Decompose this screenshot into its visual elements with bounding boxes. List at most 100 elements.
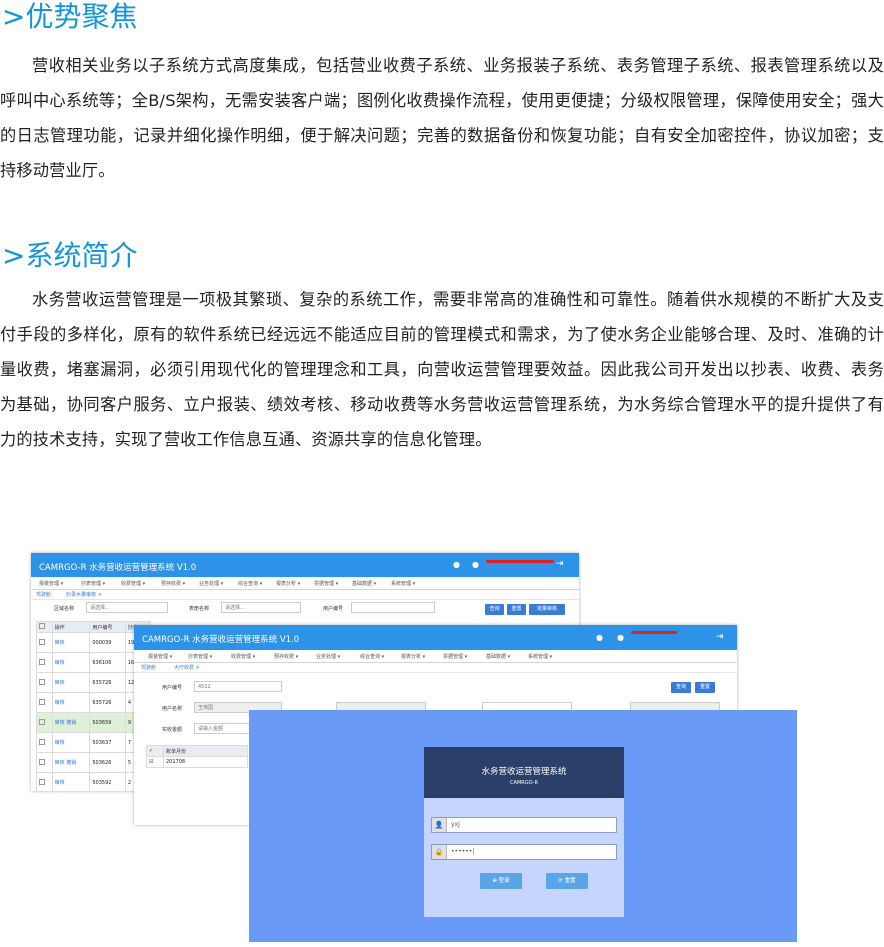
section-heading-advantages: >优势聚焦 — [2, 0, 138, 33]
user-icon[interactable]: ● — [617, 633, 624, 642]
user-no-label: 用户编号 — [323, 606, 344, 612]
menu-item[interactable]: 预存收费 ▾ — [274, 653, 298, 660]
row-user-no: 636106 — [89, 652, 126, 673]
area-label: 区域名称 — [54, 606, 75, 612]
col-bill-month: 账单月份 — [163, 745, 248, 757]
menu-item[interactable]: 系统管理 ▾ — [528, 653, 552, 660]
batch-review-button[interactable]: 批量审核 — [529, 604, 565, 615]
row-check[interactable] — [36, 772, 53, 791]
row-action: 审核 — [51, 692, 91, 713]
logout-icon[interactable]: ⇥ — [716, 632, 724, 642]
row-action: 审核 撤销 — [51, 712, 91, 733]
row-user-no: 503626 — [89, 752, 126, 773]
review-link[interactable]: 审核 — [55, 640, 65, 646]
review-link[interactable]: 审核 — [55, 740, 65, 746]
menu-item[interactable]: 业务处理 ▾ — [316, 653, 340, 660]
review-link[interactable]: 审核 — [55, 660, 65, 666]
row-check[interactable] — [36, 752, 53, 773]
user-no-label: 用户编号 — [162, 685, 183, 691]
menu-item[interactable]: 报表分析 ▾ — [276, 580, 300, 587]
query-button[interactable]: 查询 — [485, 604, 504, 615]
menu-item[interactable]: 票据管理 ▾ — [314, 580, 338, 587]
login-card: 水务营收运营管理系统 CAMRGO-R 👤 yxj 🔒 ••••••| ⊕ 登录… — [424, 747, 624, 917]
review-link[interactable]: 审核 — [55, 680, 65, 686]
row-action: 审核 撤销 — [51, 752, 91, 773]
query-button[interactable]: 查询 — [671, 682, 691, 693]
redacted-username — [631, 631, 677, 634]
menu-item[interactable]: 基础数据 ▾ — [486, 653, 510, 660]
row-check[interactable] — [36, 632, 53, 653]
reset-button[interactable]: ⟳ 重置 — [546, 873, 588, 889]
cancel-link[interactable]: 撤销 — [66, 720, 76, 726]
logout-icon[interactable]: ⇥ — [556, 559, 564, 569]
menu-item[interactable]: 抄表管理 ▾ — [81, 580, 105, 587]
row-check[interactable]: ☑ — [146, 756, 164, 768]
row-action: 审核 — [51, 732, 91, 753]
row-check[interactable] — [36, 672, 53, 693]
tab-hall-charge[interactable]: 大厅收费 × — [174, 664, 200, 671]
menu-item[interactable]: 报表分析 ▾ — [401, 653, 425, 660]
reset-button[interactable]: 重置 — [507, 604, 526, 615]
bill-table: ✓ 账单月份 ☑ 201708 — [146, 745, 248, 768]
user-icon[interactable]: ● — [472, 560, 479, 569]
row-check[interactable] — [36, 712, 53, 733]
main-menu: 报装管理 ▾ 抄表管理 ▾ 收费管理 ▾ 预存收费 ▾ 业务处理 ▾ 综合查询 … — [31, 577, 579, 590]
menu-item[interactable]: 报装管理 ▾ — [148, 653, 172, 660]
menu-item[interactable]: 基础数据 ▾ — [352, 580, 376, 587]
row-action: 审核 — [51, 632, 91, 653]
menu-item[interactable]: 综合查询 ▾ — [238, 580, 262, 587]
redacted-username — [486, 560, 554, 563]
tab-meter-review[interactable]: 抄录水量审核 × — [66, 591, 102, 598]
username-input[interactable]: 👤 yxj — [431, 817, 617, 833]
user-no-input[interactable]: 4512 — [194, 681, 282, 692]
row-month: 201708 — [163, 756, 248, 768]
menu-item[interactable]: 业务处理 ▾ — [199, 580, 223, 587]
review-link[interactable]: 审核 — [55, 700, 65, 706]
col-check — [36, 621, 53, 633]
drop-icon[interactable]: ● — [596, 633, 603, 642]
lock-icon: 🔒 — [432, 845, 447, 859]
book-select[interactable]: 请选择... — [221, 602, 301, 613]
title-bar: CAMRGO-R 水务营收运营管理系统 V1.0 ● ● ⇥ — [31, 553, 579, 577]
username-value: yxj — [451, 821, 460, 828]
password-input[interactable]: 🔒 ••••••| — [431, 844, 617, 860]
reset-button-label: 重置 — [564, 878, 576, 884]
row-user-no: 503659 — [89, 712, 126, 733]
reset-button[interactable]: 重置 — [695, 682, 715, 693]
tab-dashboard[interactable]: 驾驶舱 — [36, 591, 51, 598]
login-subtitle: CAMRGO-R — [510, 780, 538, 786]
book-label: 表册名称 — [189, 606, 210, 612]
row-user-no: 503637 — [89, 732, 126, 753]
menu-item[interactable]: 抄表管理 ▾ — [188, 653, 212, 660]
menu-item[interactable]: 票据管理 ▾ — [443, 653, 467, 660]
menu-item[interactable]: 收费管理 ▾ — [231, 653, 255, 660]
app-title: CAMRGO-R 水务营收运营管理系统 V1.0 — [39, 563, 197, 573]
cancel-link[interactable]: 撤销 — [66, 760, 76, 766]
row-user-no: 000039 — [89, 632, 126, 653]
menu-item[interactable]: 预存收费 ▾ — [161, 580, 185, 587]
col-user-no: 用户编号 — [89, 621, 126, 633]
login-button-label: 登录 — [498, 878, 510, 884]
menu-item[interactable]: 系统管理 ▾ — [391, 580, 415, 587]
menu-item[interactable]: 报装管理 ▾ — [39, 580, 63, 587]
review-link[interactable]: 审核 — [55, 760, 65, 766]
menu-item[interactable]: 收费管理 ▾ — [121, 580, 145, 587]
row-check[interactable] — [36, 732, 53, 753]
review-link[interactable]: 审核 — [55, 720, 65, 726]
tab-dashboard[interactable]: 驾驶舱 — [141, 664, 156, 671]
user-no-input[interactable] — [351, 602, 435, 613]
drop-icon[interactable]: ● — [453, 560, 460, 569]
review-link[interactable]: 审核 — [55, 780, 65, 786]
login-button[interactable]: ⊕ 登录 — [480, 873, 522, 889]
tab-bar: 驾驶舱 大厅收费 × — [134, 663, 737, 673]
table-row[interactable]: ☑ 201708 — [146, 756, 248, 768]
col-action: 操作 — [51, 621, 91, 633]
menu-item[interactable]: 综合查询 ▾ — [360, 653, 384, 660]
section-text-advantages: 营收相关业务以子系统方式高度集成，包括营业收费子系统、业务报装子系统、表务管理子… — [0, 56, 884, 180]
main-menu: 报装管理 ▾ 抄表管理 ▾ 收费管理 ▾ 预存收费 ▾ 业务处理 ▾ 综合查询 … — [134, 650, 737, 663]
title-bar: CAMRGO-R 水务营收运营管理系统 V1.0 ● ● ⇥ — [134, 625, 737, 650]
section-text-intro: 水务营收运营管理是一项极其繁琐、复杂的系统工作，需要非常高的准确性和可靠性。随着… — [0, 290, 884, 449]
row-check[interactable] — [36, 692, 53, 713]
area-select[interactable]: 请选择... — [86, 602, 168, 613]
row-check[interactable] — [36, 652, 53, 673]
